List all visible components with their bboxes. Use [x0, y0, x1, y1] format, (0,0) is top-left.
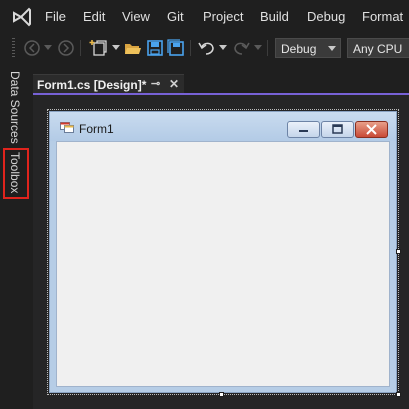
save-icon[interactable]	[145, 37, 165, 59]
close-icon	[366, 124, 377, 135]
menu-debug[interactable]: Debug	[307, 9, 345, 24]
toolbar-separator	[267, 40, 268, 56]
close-tab-icon[interactable]: ✕	[169, 77, 179, 91]
menu-edit[interactable]: Edit	[83, 9, 105, 24]
menu-git[interactable]: Git	[167, 9, 184, 24]
undo-icon[interactable]	[197, 37, 217, 59]
menu-format[interactable]: Format	[362, 9, 403, 24]
data-sources-tab[interactable]: Data Sources	[8, 71, 22, 144]
open-folder-icon[interactable]	[123, 37, 143, 59]
pin-tab-icon[interactable]: ⊸	[151, 77, 160, 90]
menu-project[interactable]: Project	[203, 9, 243, 24]
new-project-icon[interactable]	[88, 37, 110, 59]
navigate-back-icon[interactable]	[22, 37, 42, 59]
solution-platform-value: Any CPU	[353, 42, 403, 56]
solution-configuration-value: Debug	[281, 42, 317, 56]
tab-form1-design[interactable]: Form1.cs [Design]* ⊸ ✕	[33, 74, 184, 95]
solution-configuration-dropdown[interactable]: Debug	[275, 38, 341, 58]
toolbar-grip-icon[interactable]	[12, 38, 15, 58]
menu-bar: File Edit View Git Project Build Debug F…	[0, 0, 409, 34]
toolbar-separator	[190, 40, 191, 56]
navigate-forward-icon[interactable]	[56, 37, 76, 59]
form1-window[interactable]: Form1	[49, 111, 397, 393]
chevron-down-icon	[328, 46, 336, 51]
form-client-area[interactable]	[56, 141, 390, 387]
form-title-bar: Form1	[50, 112, 396, 141]
save-all-icon[interactable]	[166, 37, 186, 59]
redo-dropdown-icon[interactable]	[253, 37, 263, 59]
maximize-button[interactable]	[321, 121, 354, 138]
resize-handle-corner[interactable]	[396, 392, 401, 397]
solution-platform-dropdown[interactable]: Any CPU	[347, 38, 409, 58]
toolbar-separator	[80, 40, 81, 56]
minimize-icon	[299, 130, 308, 132]
maximize-icon	[332, 124, 343, 134]
form-window-icon	[60, 122, 74, 133]
resize-handle-bottom[interactable]	[219, 392, 224, 397]
back-dropdown-icon[interactable]	[43, 37, 53, 59]
resize-handle-right[interactable]	[396, 249, 401, 254]
menu-build[interactable]: Build	[260, 9, 289, 24]
menu-file[interactable]: File	[45, 9, 66, 24]
undo-dropdown-icon[interactable]	[218, 37, 228, 59]
menu-view[interactable]: View	[122, 9, 150, 24]
minimize-button[interactable]	[287, 121, 320, 138]
new-project-dropdown-icon[interactable]	[111, 37, 121, 59]
visual-studio-logo-icon[interactable]	[11, 6, 33, 28]
tab-title: Form1.cs [Design]*	[37, 78, 147, 92]
toolbox-tab-highlight	[3, 148, 29, 199]
form-title: Form1	[79, 122, 114, 136]
redo-icon[interactable]	[231, 37, 251, 59]
close-button[interactable]	[355, 121, 388, 138]
